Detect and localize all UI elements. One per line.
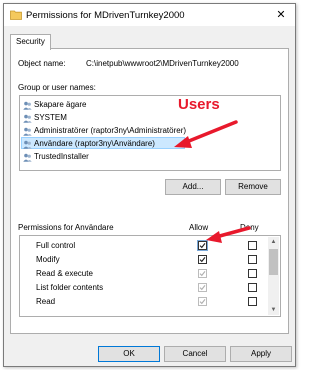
annotation-arrows bbox=[174, 120, 251, 243]
arrow-to-checkbox-icon bbox=[206, 226, 251, 243]
tab-security[interactable]: Security bbox=[10, 34, 51, 50]
arrow-to-user-icon bbox=[174, 120, 238, 148]
